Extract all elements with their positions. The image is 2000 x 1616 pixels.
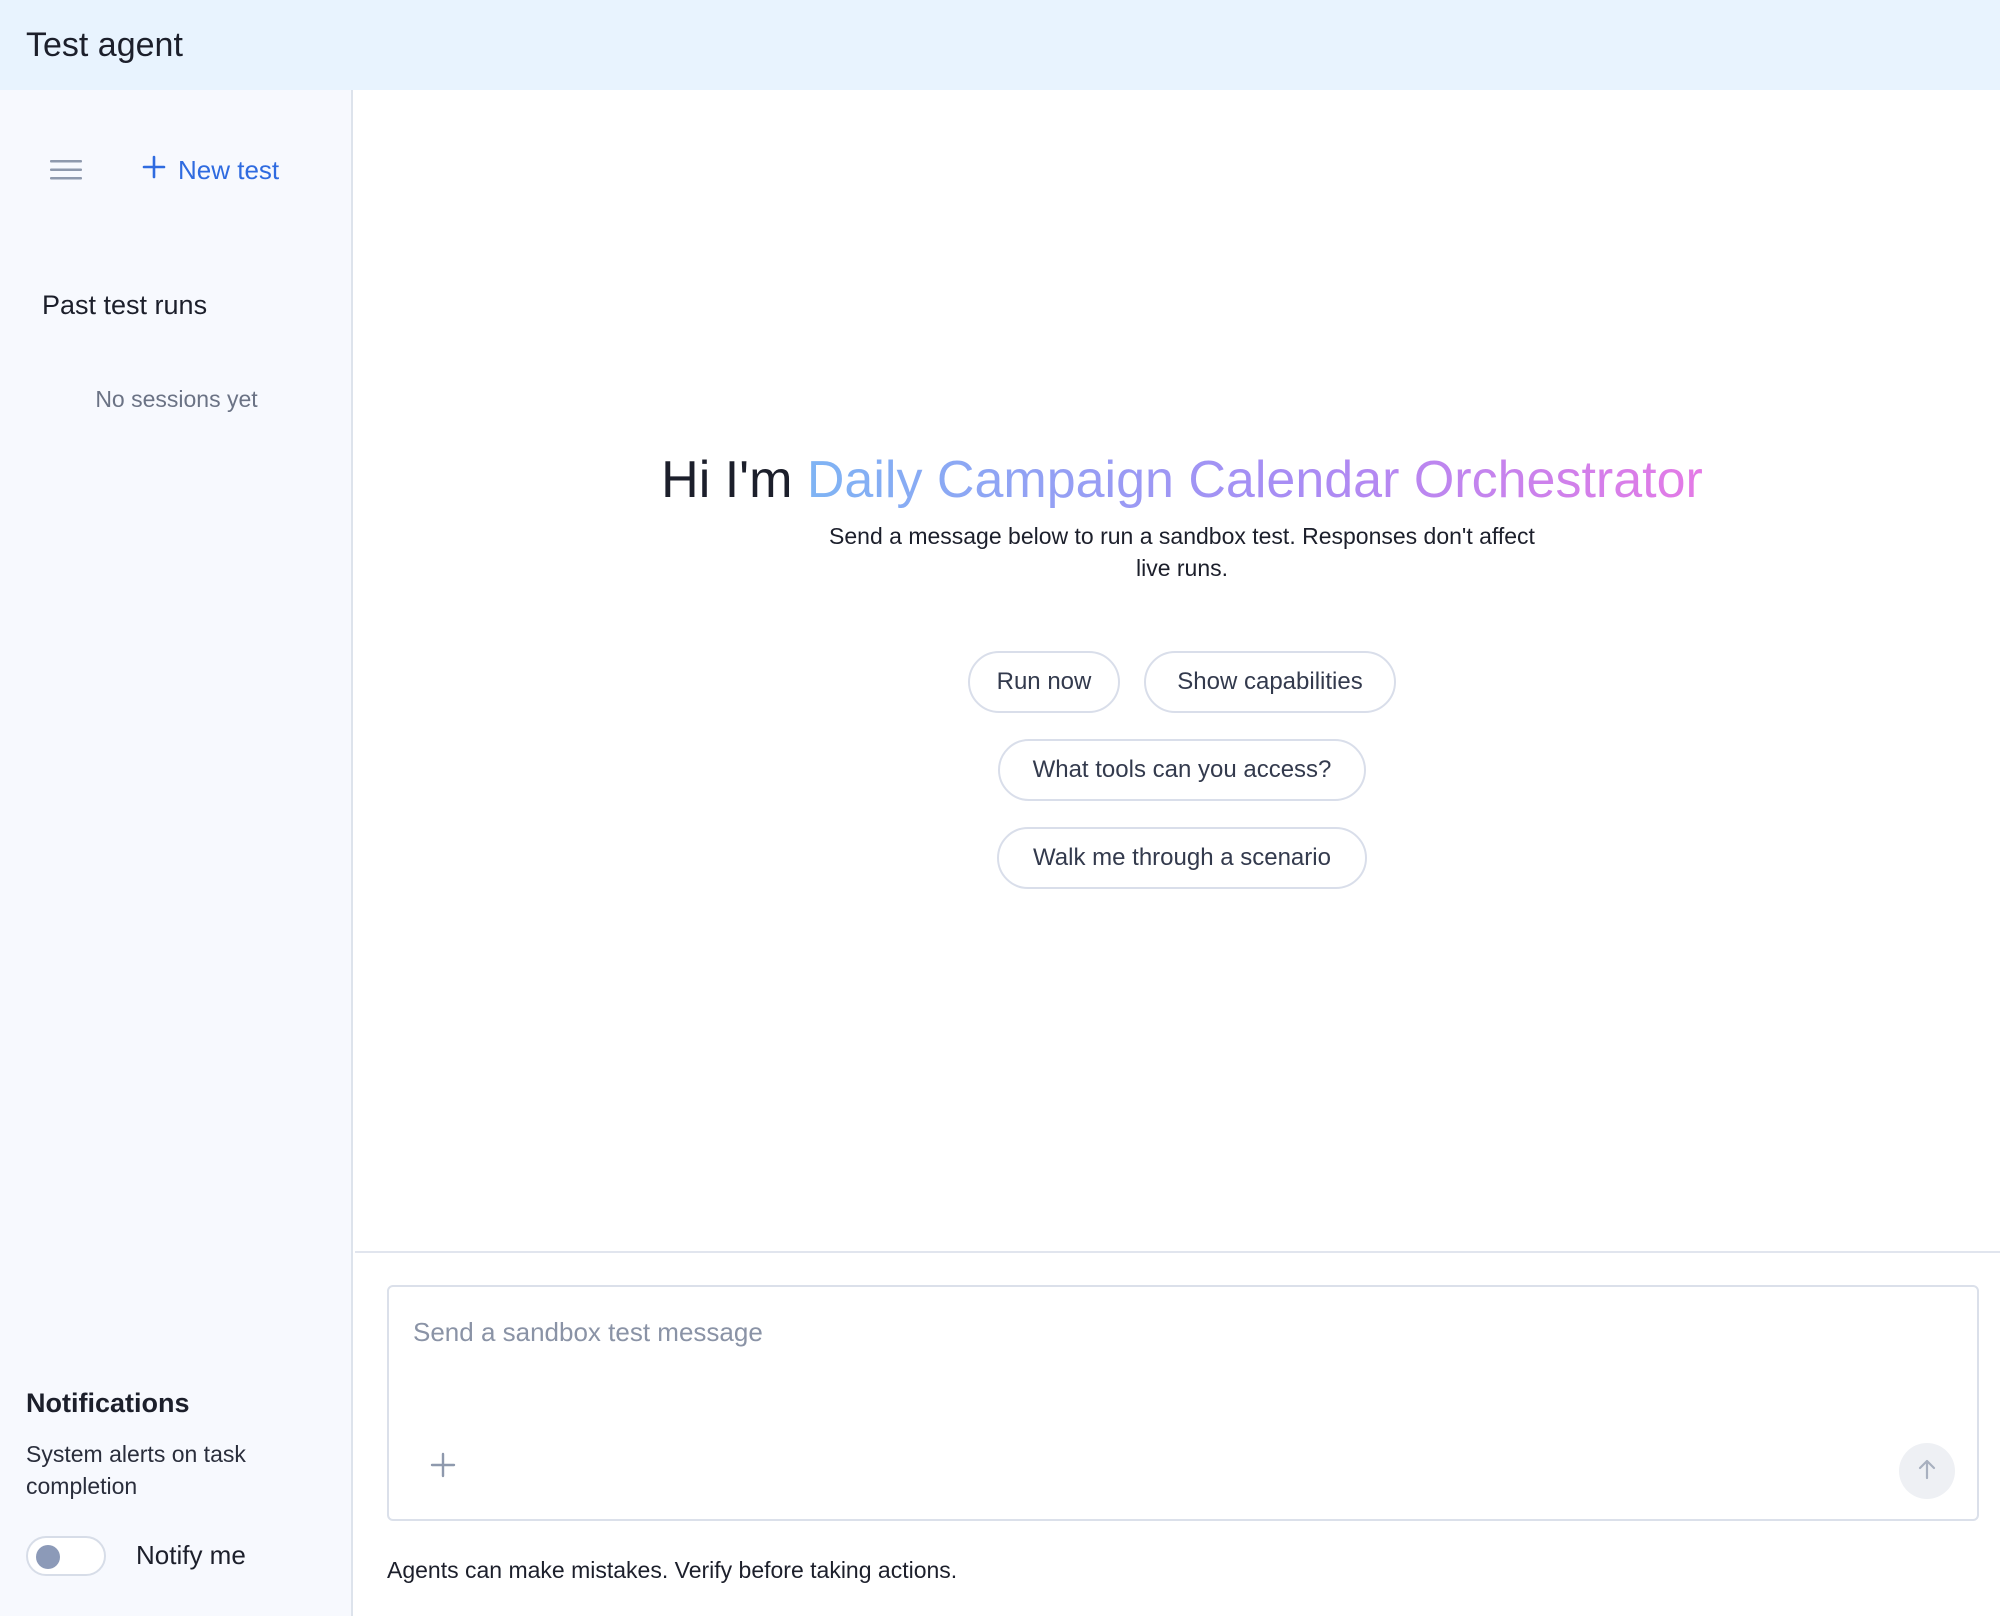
past-test-runs-heading: Past test runs	[42, 290, 208, 320]
send-button[interactable]	[1899, 1443, 1955, 1499]
notify-toggle[interactable]	[26, 1536, 106, 1576]
suggestion-run-now[interactable]: Run now	[968, 651, 1120, 713]
notifications-heading: Notifications	[26, 1388, 190, 1418]
suggestion-show-capabilities[interactable]: Show capabilities	[1144, 651, 1396, 713]
chat-area: Hi I'm Daily Campaign Calendar Orchestra…	[355, 90, 2000, 1616]
top-bar: Test agent	[0, 0, 2000, 90]
new-test-label: New test	[178, 154, 280, 185]
page-title: Test agent	[26, 25, 183, 64]
new-test-button[interactable]: New test	[142, 146, 279, 194]
greeting-subtitle: Send a message below to run a sandbox te…	[829, 523, 1535, 581]
attach-plus-icon[interactable]	[425, 1447, 461, 1483]
greeting-heading: Hi I'm Daily Campaign Calendar Orchestra…	[355, 450, 2000, 510]
notify-label: Notify me	[136, 1540, 246, 1570]
hamburger-menu-icon[interactable]	[46, 150, 86, 190]
suggestion-walk-through-scenario[interactable]: Walk me through a scenario	[997, 827, 1367, 889]
agent-name: Daily Campaign Calendar Orchestrator	[806, 451, 1703, 509]
toggle-knob	[36, 1545, 60, 1569]
empty-sessions-text: No sessions yet	[95, 386, 258, 412]
composer-divider	[355, 1251, 2000, 1253]
disclaimer-text: Agents can make mistakes. Verify before …	[387, 1557, 958, 1583]
notifications-description: System alerts on task completion	[26, 1441, 246, 1499]
arrow-up-icon	[1915, 1457, 1939, 1486]
message-input[interactable]	[413, 1317, 1913, 1348]
sidebar: New test Past test runs No sessions yet …	[0, 90, 353, 1616]
greeting-prefix: Hi I'm	[661, 451, 793, 509]
suggestion-tools-access[interactable]: What tools can you access?	[998, 739, 1366, 801]
plus-icon	[142, 155, 166, 186]
message-composer	[387, 1285, 1979, 1521]
